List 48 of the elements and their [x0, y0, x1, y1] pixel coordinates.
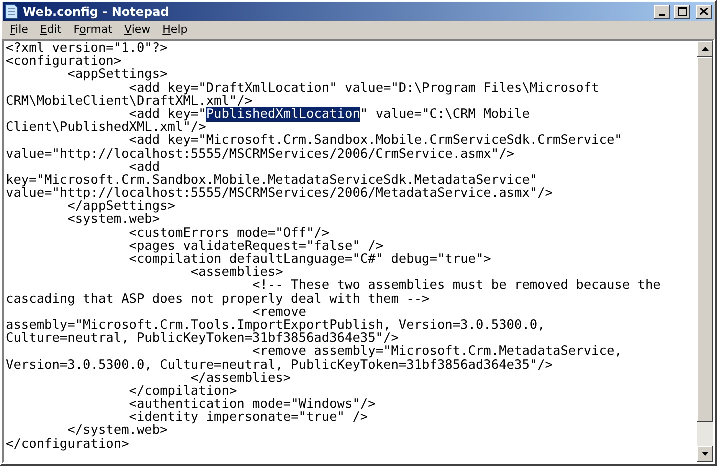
text-line: <add	[129, 160, 160, 174]
text-line: Version=3.0.5300.0, Culture=neutral, PublicKeyToken=31bf3856ad364e35"/>	[6, 358, 554, 372]
text-line: value="http://localhost:5555/MSCRMServices/2006/MetadataService.asmx"/>	[6, 187, 554, 200]
text-line: <add key="PublishedXmlLocation" value="C:\CRM Mobile	[129, 108, 531, 122]
text-line: key="Microsoft.Crm.Sandbox.Mobile.MetadataServiceSdk.MetadataService"	[6, 174, 538, 188]
up-arrow-icon	[702, 47, 708, 51]
text-line: value="http://localhost:5555/MSCRMServices/2006/CrmService.asmx"/>	[6, 148, 514, 161]
text-line: </system.web>	[68, 424, 168, 438]
notepad-icon	[5, 4, 19, 20]
maximize-button[interactable]	[674, 4, 690, 18]
text-line: <assemblies>	[190, 266, 284, 280]
text-line: </assemblies>	[190, 372, 292, 385]
scroll-down-button[interactable]	[697, 446, 713, 462]
down-arrow-icon	[702, 452, 708, 456]
window-title: Web.config - Notepad	[23, 4, 170, 18]
text-line: <add key="DraftXmlLocation" value="D:\Program Files\Microsoft	[129, 82, 600, 95]
text-line: <configuration>	[6, 55, 122, 68]
text-line: <!-- These two assemblies must be removed because the	[252, 279, 662, 293]
text-line: </configuration>	[6, 438, 130, 451]
text-line: <authentication mode="Windows"/>	[128, 398, 377, 412]
text-line: </appSettings>	[68, 200, 176, 214]
text-line: </compilation>	[128, 384, 238, 398]
close-button[interactable]	[696, 4, 712, 18]
text-line: assembly="Microsoft.Crm.Tools.ImportExportPublish, Version=3.0.5300.0,	[6, 318, 546, 332]
minimize-icon	[659, 14, 665, 16]
menu-item[interactable]: View	[118, 23, 157, 36]
scroll-up-button[interactable]	[697, 41, 713, 57]
text-line: CRM\MobileClient\DraftXML.xml"/>	[6, 94, 253, 108]
text-line: <system.web>	[66, 213, 160, 227]
menu-item[interactable]: Edit	[34, 23, 68, 36]
maximize-icon	[678, 7, 686, 16]
text-line: cascading that ASP does not properly deal with them -->	[6, 292, 431, 306]
text-line: <pages validateRequest="false" />	[128, 240, 385, 253]
text-line: <add key="Microsoft.Crm.Sandbox.Mobile.CrmServiceSdk.CrmService"	[129, 134, 624, 148]
menu-item[interactable]: Format	[68, 23, 119, 36]
text-line: <compilation defaultLanguage="C#" debug="true">	[128, 253, 492, 266]
text-line: <remove	[252, 306, 306, 319]
menu-item[interactable]: File	[4, 23, 34, 36]
text-line: <appSettings>	[68, 68, 169, 82]
minimize-button[interactable]	[654, 4, 670, 18]
close-icon	[700, 8, 708, 15]
text-line: <customErrors mode="Off"/>	[129, 226, 330, 240]
menu-item[interactable]: Help	[156, 23, 194, 36]
text-line: Client\PublishedXML.xml"/>	[6, 121, 206, 134]
text-line: <remove assembly="Microsoft.Crm.MetadataService,	[252, 345, 624, 358]
text-line: <identity impersonate="true" />	[129, 411, 370, 424]
text-line: <?xml version="1.0"?>	[6, 42, 169, 56]
text-line: Culture=neutral, PublicKeyToken=31bf3856ad364e35"/>	[6, 332, 399, 346]
